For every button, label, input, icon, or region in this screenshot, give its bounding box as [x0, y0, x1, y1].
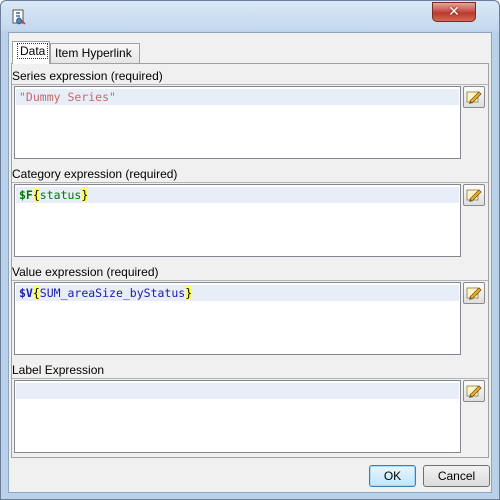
field-prefix: $F	[19, 188, 33, 202]
separator	[12, 84, 488, 85]
value-expression-editor[interactable]: $V{SUM_areaSize_byStatus}	[14, 282, 461, 355]
pencil-edit-icon	[466, 189, 482, 202]
tab-item-hyperlink-label: Item Hyperlink	[55, 46, 132, 60]
series-expression-label: Series expression (required)	[12, 69, 163, 83]
separator	[12, 280, 488, 281]
expression-dialog: ✕ Data Item Hyperlink Series expression …	[0, 0, 500, 500]
dialog-content: Data Item Hyperlink Series expression (r…	[8, 32, 492, 493]
series-expression-editor[interactable]: "Dummy Series"	[14, 86, 461, 159]
field-name: status	[39, 188, 82, 202]
label-expression-edit-button[interactable]	[463, 380, 485, 402]
tab-data[interactable]: Data	[12, 41, 50, 64]
variable-name: SUM_areaSize_byStatus	[39, 286, 186, 300]
close-brace: }	[81, 188, 89, 202]
separator	[12, 378, 488, 379]
label-expression-line	[16, 383, 459, 399]
label-expression-editor[interactable]	[14, 380, 461, 453]
category-expression-label: Category expression (required)	[12, 167, 178, 181]
jasper-report-icon	[12, 9, 26, 25]
category-expression-line: $F{status}	[16, 187, 459, 203]
data-tab-panel: Series expression (required) "Dummy Seri…	[11, 63, 489, 458]
tab-item-hyperlink[interactable]: Item Hyperlink	[50, 43, 140, 63]
open-brace: {	[32, 188, 40, 202]
label-expression-label: Label Expression	[12, 363, 105, 377]
open-brace: {	[32, 286, 40, 300]
close-brace: }	[185, 286, 193, 300]
title-bar[interactable]: ✕	[1, 1, 499, 31]
category-expression-editor[interactable]: $F{status}	[14, 184, 461, 257]
cancel-button[interactable]: Cancel	[423, 465, 490, 487]
value-expression-line: $V{SUM_areaSize_byStatus}	[16, 285, 459, 301]
pencil-edit-icon	[466, 385, 482, 398]
value-expression-edit-button[interactable]	[463, 282, 485, 304]
variable-prefix: $V	[19, 286, 33, 300]
value-expression-label: Value expression (required)	[12, 265, 159, 279]
ok-button[interactable]: OK	[369, 465, 416, 487]
category-expression-edit-button[interactable]	[463, 184, 485, 206]
separator	[12, 182, 488, 183]
tab-data-label: Data	[17, 43, 49, 59]
close-button[interactable]: ✕	[432, 2, 476, 22]
close-icon: ✕	[448, 4, 460, 20]
series-expression-text: "Dummy Series"	[19, 90, 116, 104]
series-expression-line: "Dummy Series"	[16, 89, 459, 105]
series-expression-edit-button[interactable]	[463, 86, 485, 108]
pencil-edit-icon	[466, 91, 482, 104]
pencil-edit-icon	[466, 287, 482, 300]
